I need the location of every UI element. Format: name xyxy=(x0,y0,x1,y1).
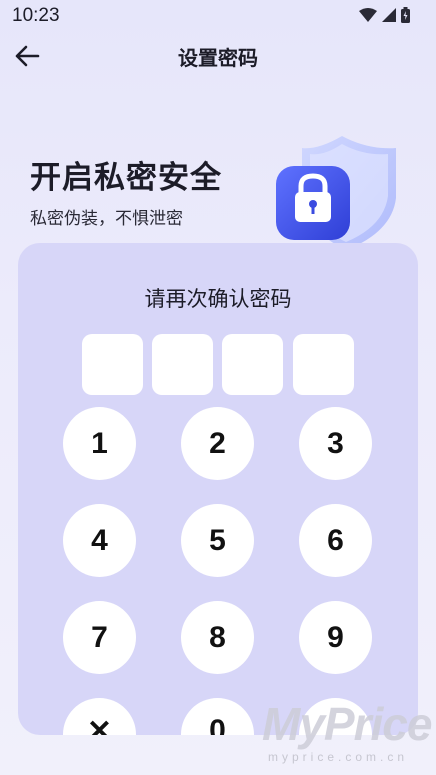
key-7[interactable]: 7 xyxy=(63,601,136,674)
key-6[interactable]: 6 xyxy=(299,504,372,577)
pin-box-4 xyxy=(293,334,354,395)
hero-subtitle: 私密伪装，不惧泄密 xyxy=(30,209,183,229)
hero-title: 开启私密安全 xyxy=(30,160,222,196)
clear-key[interactable]: ✕ xyxy=(63,698,136,735)
key-4[interactable]: 4 xyxy=(63,504,136,577)
status-time: 10:23 xyxy=(12,5,60,26)
shield-lock-icon xyxy=(276,136,396,250)
pin-prompt: 请再次确认密码 xyxy=(144,287,292,311)
battery-icon xyxy=(401,7,410,23)
pin-keypad-panel: 请再次确认密码 1 2 3 4 5 6 7 8 9 ✕ 0 xyxy=(18,243,418,735)
key-5[interactable]: 5 xyxy=(181,504,254,577)
key-8[interactable]: 8 xyxy=(181,601,254,674)
key-0[interactable]: 0 xyxy=(181,698,254,735)
key-3[interactable]: 3 xyxy=(299,407,372,480)
watermark-sub: myprice.com.cn xyxy=(268,750,409,764)
status-icons xyxy=(359,7,410,23)
key-1[interactable]: 1 xyxy=(63,407,136,480)
status-bar: 10:23 xyxy=(0,0,436,32)
pin-box-3 xyxy=(222,334,283,395)
key-9[interactable]: 9 xyxy=(299,601,372,674)
pin-box-2 xyxy=(152,334,213,395)
key-blank[interactable] xyxy=(299,698,372,735)
key-2[interactable]: 2 xyxy=(181,407,254,480)
page-title: 设置密码 xyxy=(178,46,258,70)
signal-icon xyxy=(382,8,396,22)
app-header: 设置密码 xyxy=(0,32,436,80)
wifi-icon xyxy=(359,8,377,22)
pin-box-1 xyxy=(82,334,143,395)
